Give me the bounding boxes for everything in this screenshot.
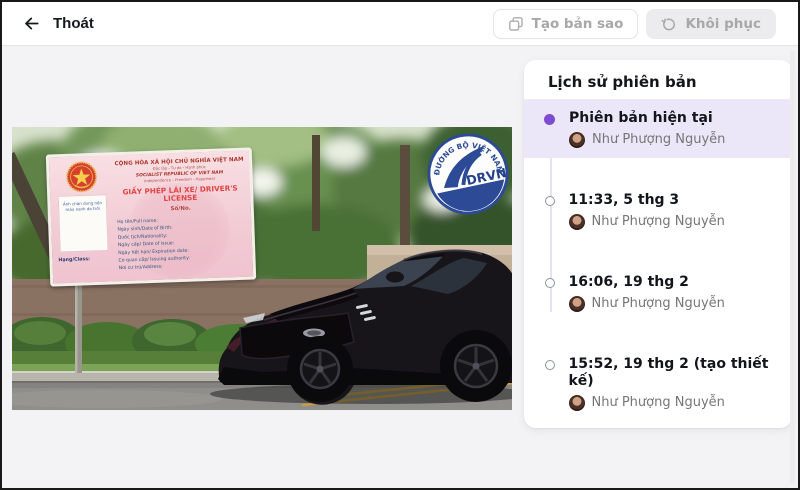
version-author: Như Phượng Nguyễn (592, 296, 725, 312)
current-version-dot-icon (544, 114, 555, 125)
license-class-label: Hạng/Class: (58, 255, 110, 262)
restore-label: Khôi phục (685, 16, 761, 32)
back-arrow-icon (22, 14, 41, 33)
version-label: Phiên bản hiện tại (569, 110, 725, 127)
exit-button[interactable]: Thoát (22, 14, 94, 33)
version-item[interactable]: 15:52, 19 thg 2 (tạo thiết kế) Như Phượn… (524, 346, 792, 421)
version-item[interactable]: 11:33, 5 thg 3 Như Phượng Nguyễn (524, 182, 792, 240)
version-author: Như Phượng Nguyễn (592, 214, 725, 230)
avatar (569, 296, 585, 312)
panel-title: Lịch sử phiên bản (548, 73, 768, 92)
scrollbar[interactable] (790, 50, 795, 484)
license-photo-box: Ảnh chân dung nền màu xanh da trời (58, 195, 108, 253)
copy-icon (508, 16, 524, 32)
exit-label: Thoát (53, 15, 94, 32)
avatar (569, 214, 585, 230)
make-copy-button[interactable]: Tạo bản sao (493, 9, 639, 39)
version-circle-icon (545, 278, 555, 288)
version-circle-icon (545, 196, 555, 206)
version-circle-icon (545, 360, 555, 370)
topbar: Thoát Tạo bản sao Khôi phục (2, 2, 798, 46)
version-item-current[interactable]: Phiên bản hiện tại Như Phượng Nguyễn (524, 100, 792, 158)
app-window: Thoát Tạo bản sao Khôi phục (0, 0, 800, 490)
drvn-logo-icon: ĐƯỜNG BỘ VIỆT NAM DRVN (418, 127, 512, 224)
version-list: Phiên bản hiện tại Như Phượng Nguyễn 11:… (524, 100, 792, 428)
license-title: GIẤY PHÉP LÁI XE/ DRIVER'S LICENSE (109, 184, 251, 205)
version-history-panel: Lịch sử phiên bản Phiên bản hiện tại Như… (524, 60, 792, 428)
version-author: Như Phượng Nguyễn (592, 132, 725, 148)
restore-icon (661, 16, 677, 32)
version-author: Như Phượng Nguyễn (592, 395, 725, 411)
version-label: 16:06, 19 thg 2 (569, 274, 725, 291)
avatar (569, 132, 585, 148)
version-label: 11:33, 5 thg 3 (569, 192, 725, 209)
version-item[interactable]: 16:06, 19 thg 2 Như Phượng Nguyễn (524, 264, 792, 322)
version-history-header: Lịch sử phiên bản (524, 60, 792, 100)
make-copy-label: Tạo bản sao (532, 16, 624, 32)
license-card: Ảnh chân dung nền màu xanh da trời Hạng/… (46, 147, 256, 286)
license-photo-note: Ảnh chân dung nền màu xanh da trời (62, 200, 103, 212)
restore-button[interactable]: Khôi phục (646, 9, 776, 39)
vietnam-emblem-icon (66, 161, 98, 193)
version-label: 15:52, 19 thg 2 (tạo thiết kế) (569, 356, 773, 390)
design-canvas-image: Ảnh chân dung nền màu xanh da trời Hạng/… (12, 127, 512, 410)
avatar (569, 395, 585, 411)
